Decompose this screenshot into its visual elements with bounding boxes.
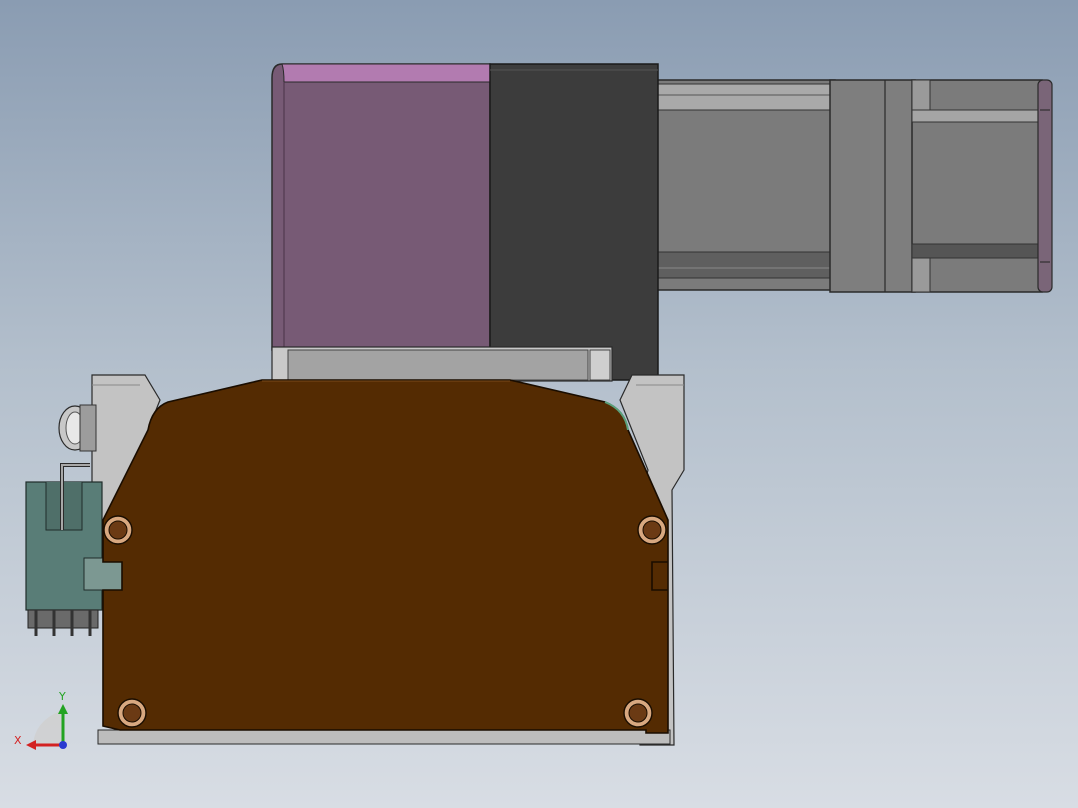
mounting-hole-bottom-left[interactable] (117, 698, 147, 728)
mounting-hole-bottom-right[interactable] (623, 698, 653, 728)
z-axis-marker (59, 741, 67, 749)
x-axis-label: X (14, 734, 22, 747)
motor-endcap[interactable] (489, 63, 659, 381)
motor-housing[interactable] (271, 63, 491, 351)
cad-viewport[interactable]: Y X (0, 0, 1078, 808)
model-scene[interactable]: Y X (0, 0, 1078, 808)
y-axis-label: Y (58, 690, 66, 703)
gearbox-assembly[interactable] (654, 79, 1053, 293)
base-plate[interactable] (102, 379, 669, 734)
reference-triad[interactable]: Y X (14, 690, 68, 750)
mounting-hole-top-right[interactable] (637, 515, 667, 545)
motor-mount-flange[interactable] (271, 346, 613, 382)
mounting-hole-top-left[interactable] (103, 515, 133, 545)
